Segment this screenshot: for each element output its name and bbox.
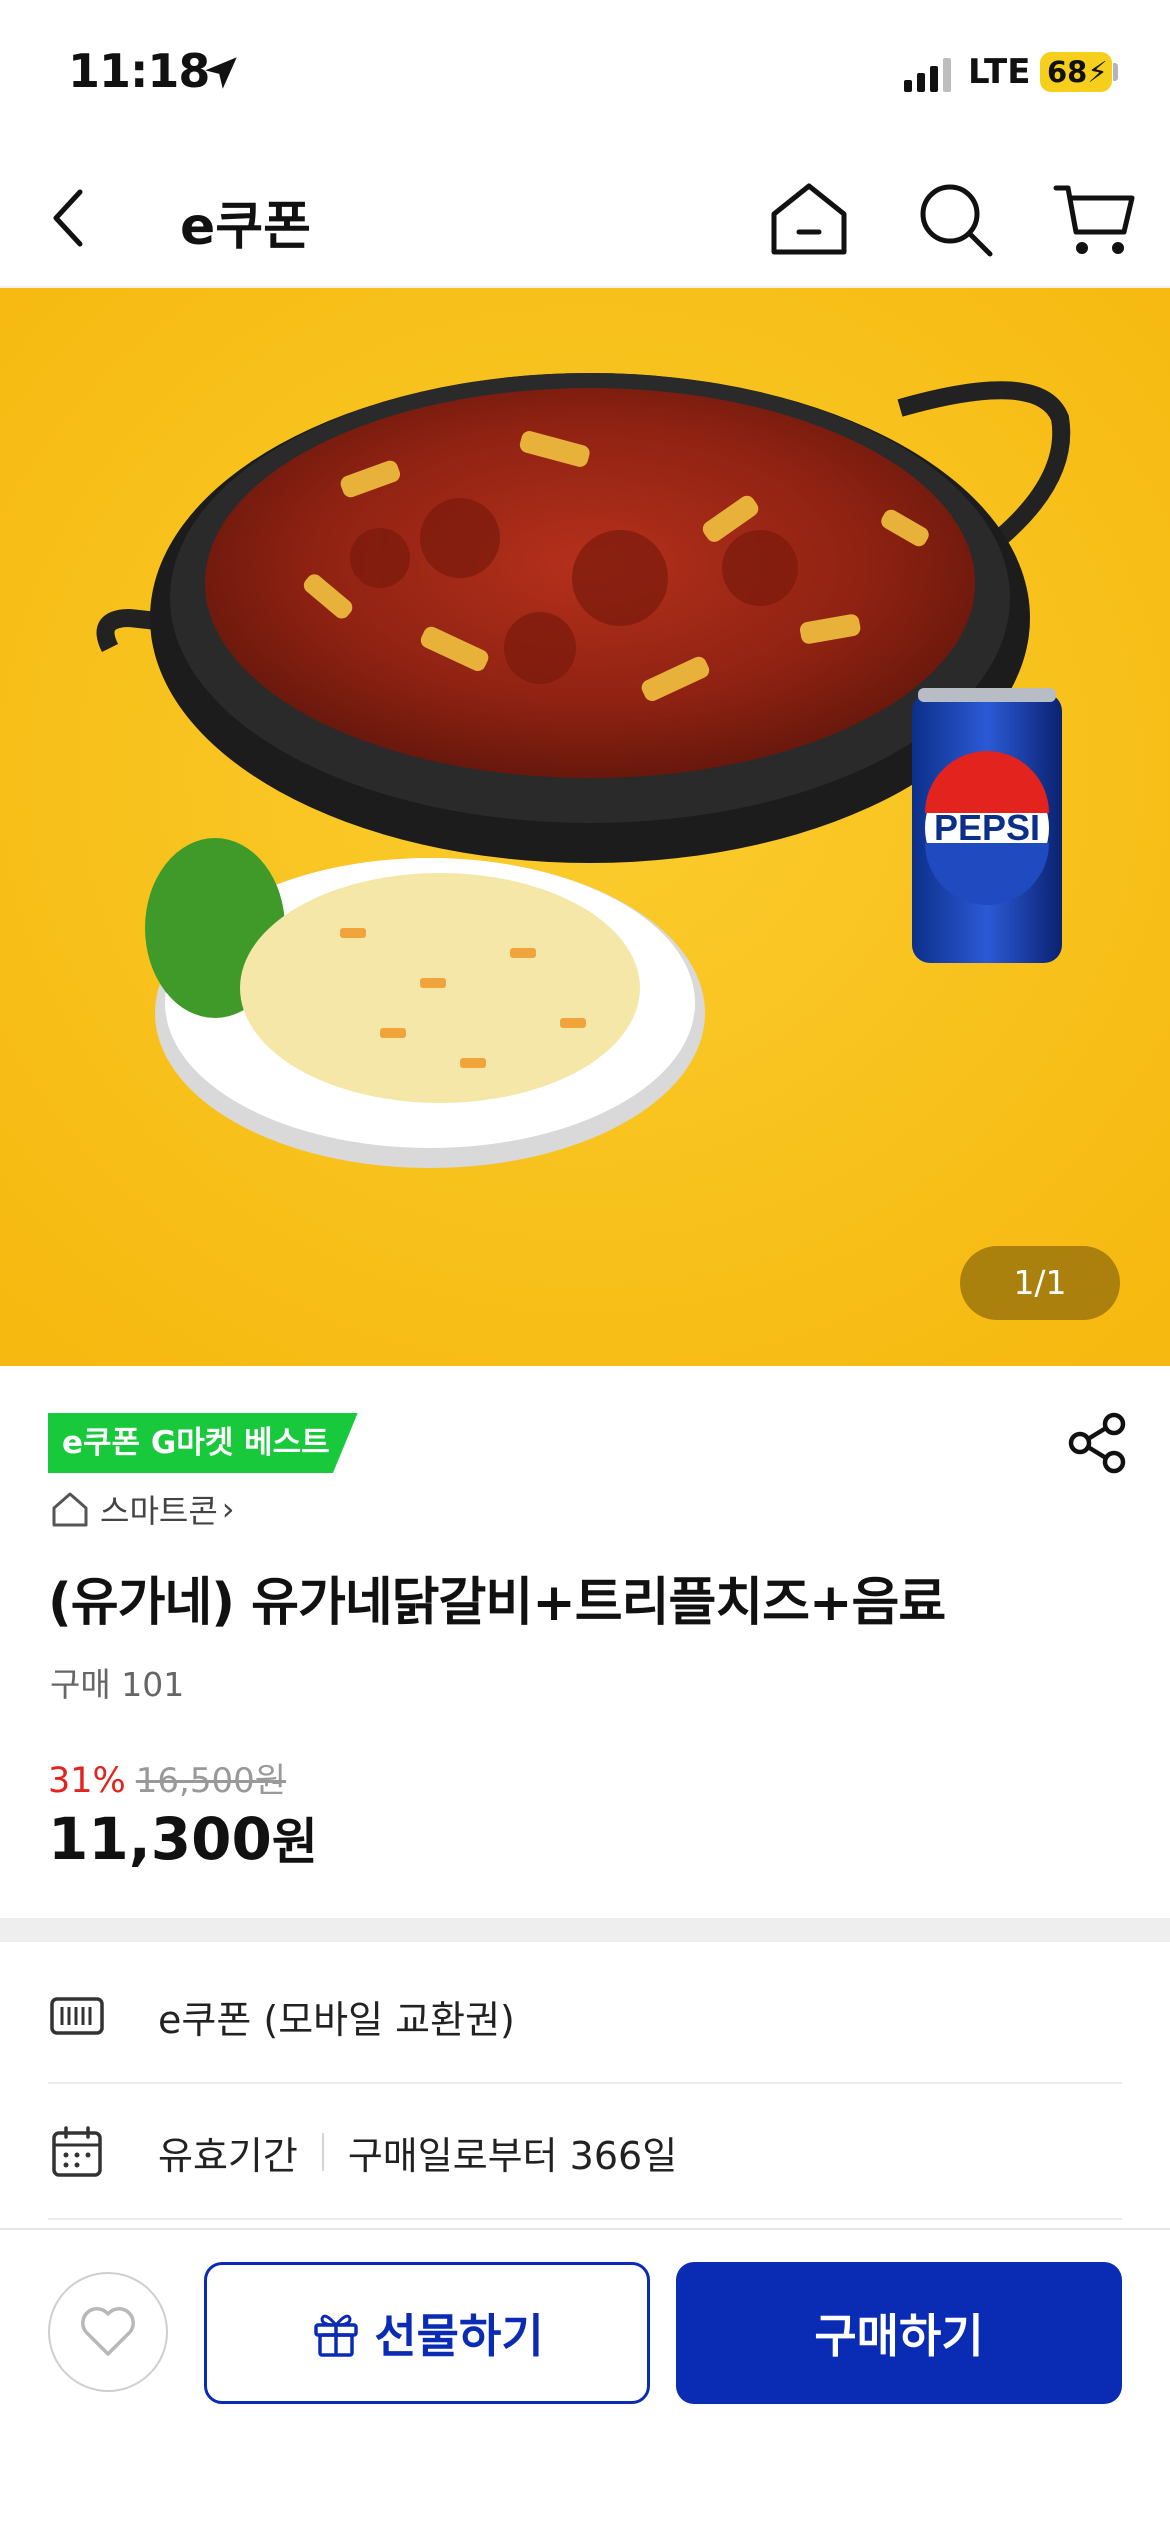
can-brand-text: PEPSI (934, 807, 1040, 848)
battery-indicator: 68⚡ (1040, 52, 1112, 92)
chevron-right-icon: › (221, 1490, 235, 1528)
battery-level: 68 (1047, 55, 1088, 89)
location-arrow-icon (205, 57, 237, 89)
purchase-count: 구매 101 (50, 1665, 185, 1704)
cellular-signal-icon (904, 58, 951, 92)
validity-value: 구매일로부터 366일 (347, 2133, 678, 2178)
status-bar: 11:18 LTE 68⚡ (0, 0, 1170, 150)
nav-bar: e쿠폰 (0, 150, 1170, 288)
gift-icon (314, 2314, 359, 2357)
cart-icon[interactable] (1052, 176, 1138, 262)
gift-button-label: 선물하기 (374, 2309, 544, 2363)
final-price-unit: 원 (271, 1813, 318, 1871)
network-type: LTE (968, 52, 1031, 92)
bottom-action-bar: 선물하기 구매하기 (0, 2228, 1170, 2532)
buy-button-label: 구매하기 (814, 2309, 984, 2363)
product-illustration: PEPSI (0, 288, 1170, 1366)
discount-rate: 31% (48, 1761, 126, 1801)
heart-icon (81, 2307, 135, 2356)
buy-button[interactable]: 구매하기 (676, 2262, 1122, 2404)
wishlist-button[interactable] (48, 2272, 168, 2392)
search-icon[interactable] (912, 176, 998, 262)
original-price: 16,500원 (135, 1761, 287, 1801)
section-divider (0, 1918, 1170, 1942)
coupon-type-row: e쿠폰 (모바일 교환권) (48, 1950, 1122, 2084)
final-price-number: 11,300 (48, 1805, 272, 1873)
calendar-icon (52, 2126, 102, 2177)
gift-button[interactable]: 선물하기 (204, 2262, 650, 2404)
product-image[interactable]: PEPSI 1/1 (0, 288, 1170, 1366)
seller-name: 스마트콘 (100, 1492, 218, 1530)
store-home-icon (52, 1492, 88, 1527)
seller-link[interactable]: 스마트콘 › (50, 1486, 235, 1532)
coupon-type-text: e쿠폰 (모바일 교환권) (158, 1997, 515, 2042)
validity-label: 유효기간 (158, 2133, 298, 2178)
battery-tip (1113, 63, 1118, 81)
home-icon[interactable] (766, 176, 852, 262)
status-time: 11:18 (68, 44, 210, 98)
image-pager: 1/1 (960, 1246, 1120, 1320)
barcode-icon (50, 1997, 104, 2035)
back-button[interactable] (40, 178, 100, 258)
charging-bolt-icon: ⚡ (1087, 55, 1108, 89)
page-title: e쿠폰 (180, 197, 311, 257)
divider (321, 2133, 324, 2171)
best-badge: e쿠폰 G마켓 베스트 (48, 1413, 358, 1473)
final-price: 11,300원 (48, 1802, 318, 1874)
discount-row: 31% 16,500원 (48, 1753, 286, 1802)
product-title: (유가네) 유가네닭갈비+트리플치즈+음료 (48, 1573, 946, 1633)
validity-row: 유효기간 구매일로부터 366일 (48, 2086, 1122, 2220)
share-icon[interactable] (1062, 1408, 1132, 1478)
